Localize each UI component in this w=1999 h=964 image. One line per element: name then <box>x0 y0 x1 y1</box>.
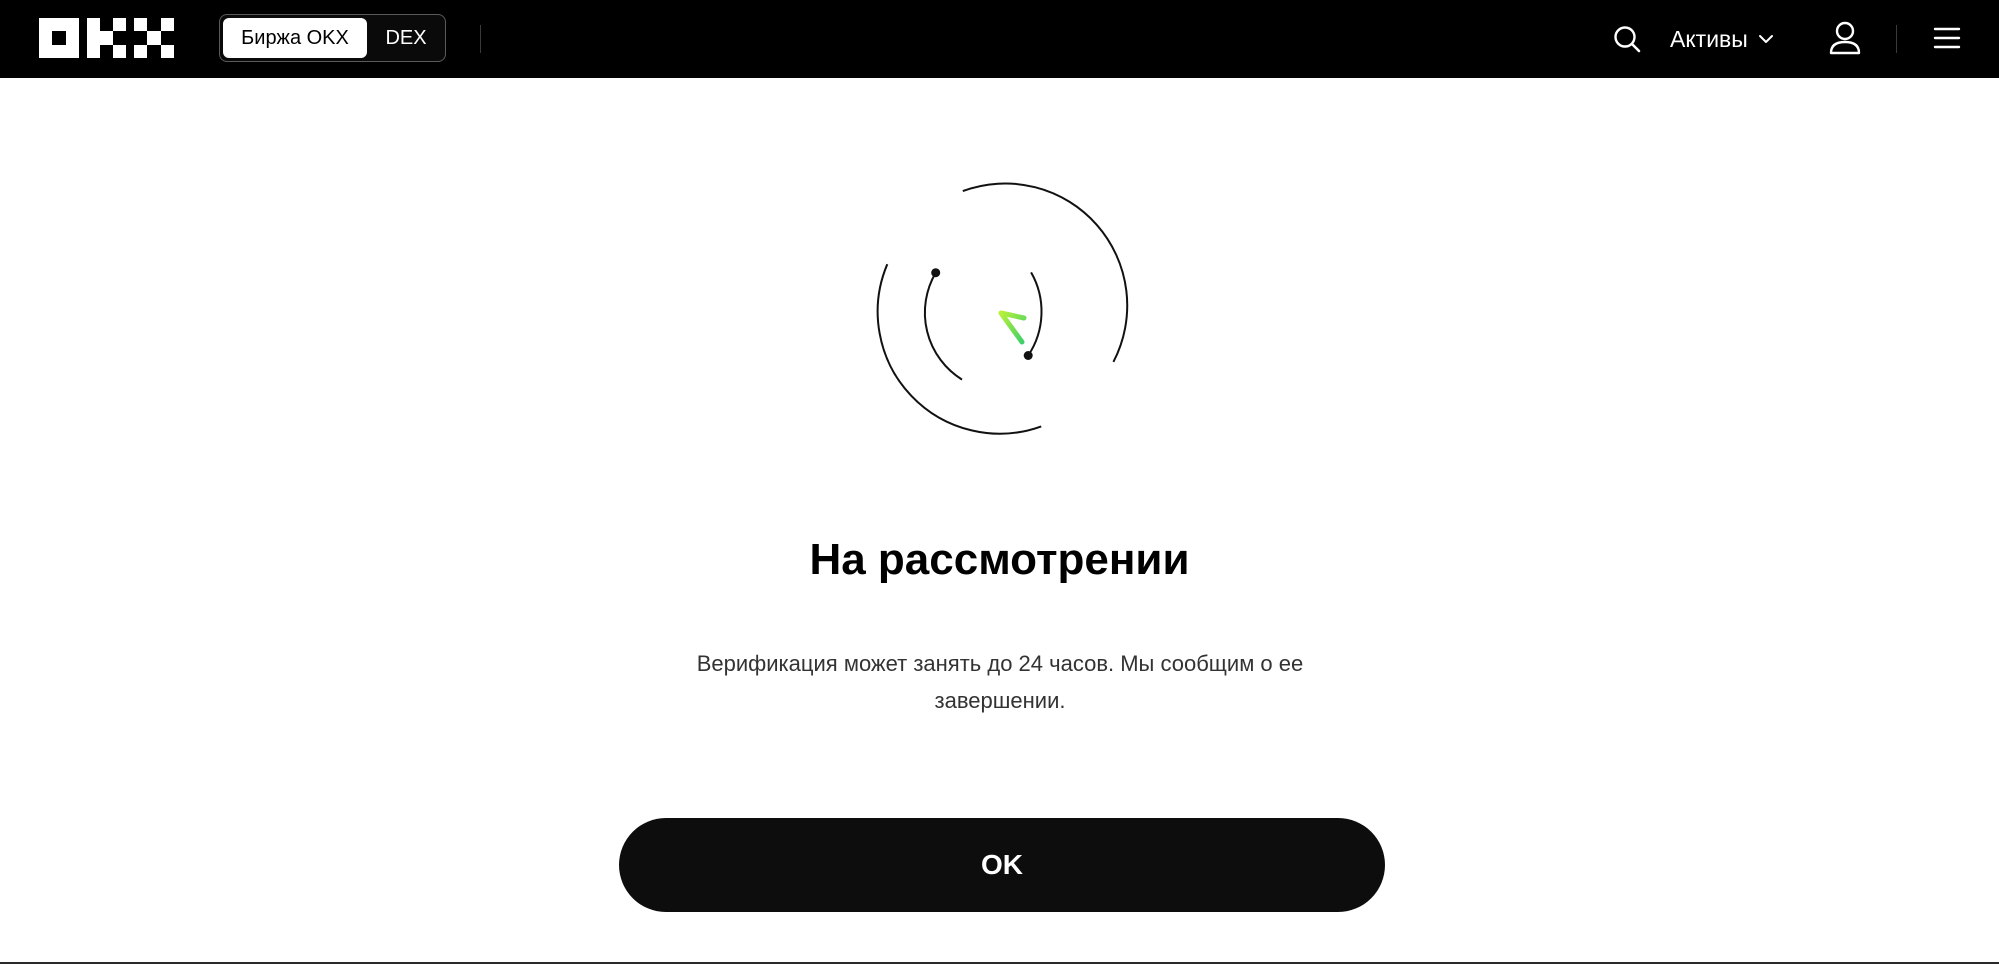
search-icon[interactable] <box>1612 24 1642 54</box>
top-navigation-bar: Биржа OKX DEX Активы <box>0 0 1999 78</box>
pending-clock-illustration <box>876 182 1129 435</box>
user-icon[interactable] <box>1828 20 1862 56</box>
menu-icon[interactable] <box>1933 25 1961 51</box>
assets-menu-label: Активы <box>1670 25 1748 52</box>
okx-logo[interactable] <box>39 18 174 58</box>
chevron-down-icon <box>1758 35 1773 43</box>
verification-description: Верификация может занять до 24 часов. Мы… <box>696 651 1304 713</box>
header-divider <box>480 25 481 53</box>
page-title: На рассмотрении <box>809 535 1190 584</box>
platform-switcher: Биржа OKX DEX <box>219 14 446 62</box>
tab-okx-exchange[interactable]: Биржа OKX <box>223 18 367 58</box>
header-divider-right <box>1896 25 1897 53</box>
assets-menu[interactable]: Активы <box>1670 22 1774 56</box>
tab-dex[interactable]: DEX <box>368 18 444 58</box>
ok-button[interactable]: OK <box>619 818 1385 912</box>
